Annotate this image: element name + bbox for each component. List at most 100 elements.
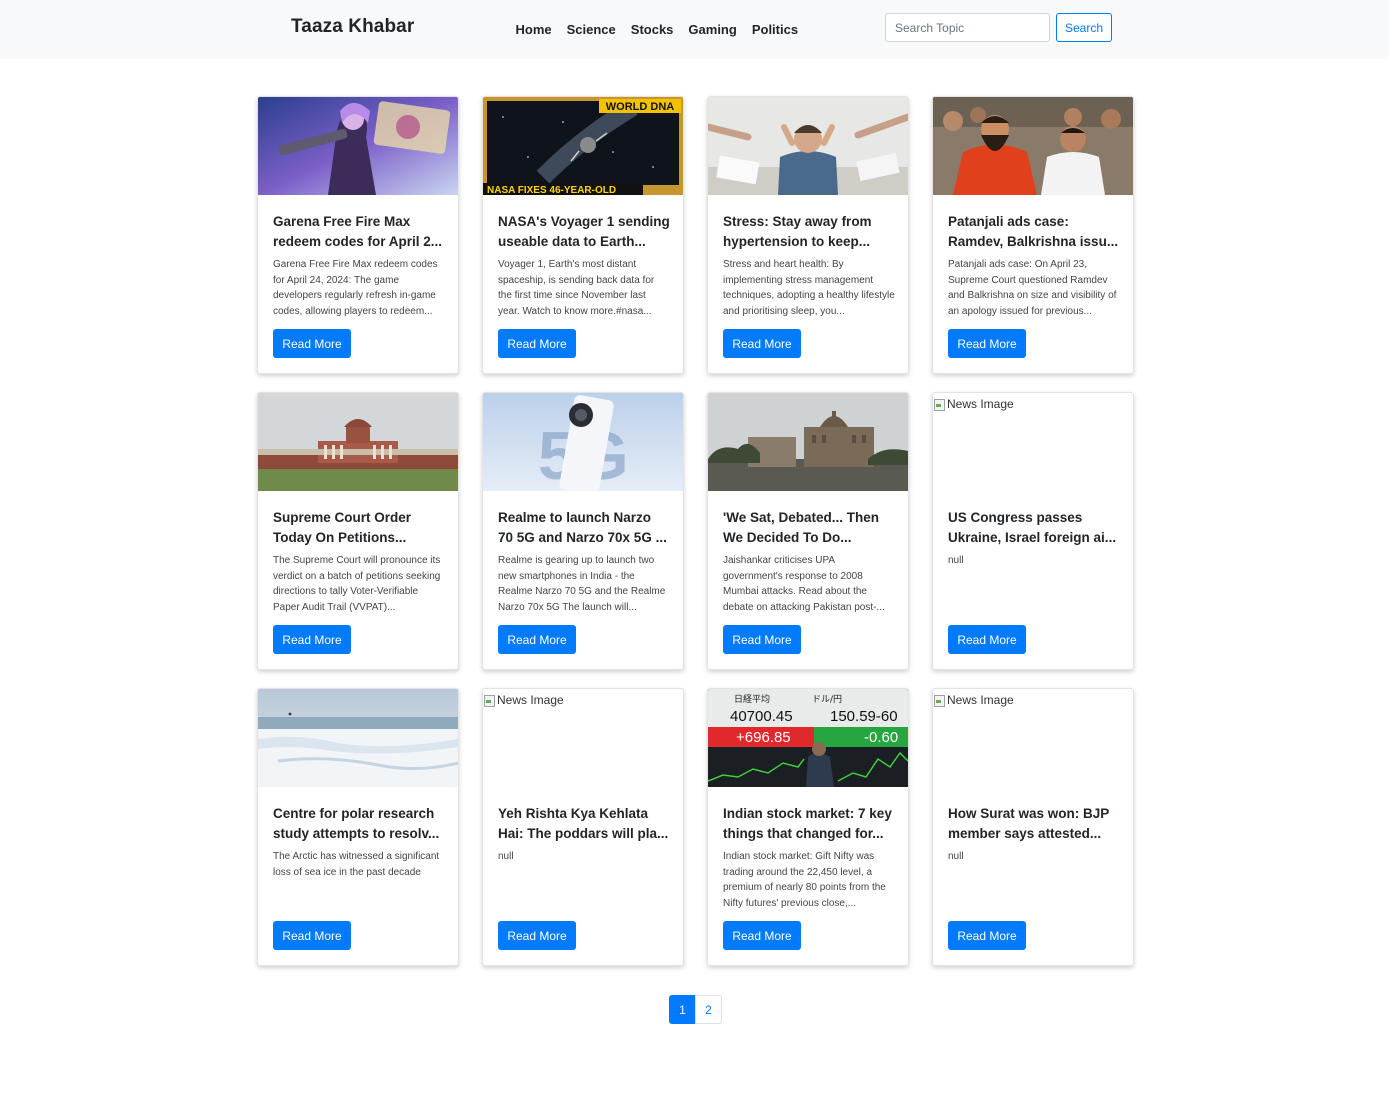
news-card: News Image Yeh Rishta Kya Kehlata Hai: T… bbox=[482, 688, 684, 966]
broken-image-icon bbox=[933, 398, 945, 411]
news-image bbox=[708, 393, 908, 491]
card-body: How Surat was won: BJP member says attes… bbox=[948, 804, 1120, 912]
news-card: 5G Realme to launch Narzo 70 5G and Narz… bbox=[482, 392, 684, 670]
brand-logo[interactable]: Taaza Khabar bbox=[291, 16, 414, 38]
nav-link-stocks[interactable]: Stocks bbox=[623, 22, 681, 37]
card-body: 'We Sat, Debated... Then We Decided To D… bbox=[723, 508, 895, 616]
image-alt-text: News Image bbox=[497, 693, 564, 707]
image-label-text: +696.85 bbox=[736, 729, 791, 746]
nav-link-science[interactable]: Science bbox=[559, 22, 623, 37]
card-description: Garena Free Fire Max redeem codes for Ap… bbox=[273, 259, 438, 318]
card-description: Realme is gearing up to launch two new s… bbox=[498, 555, 666, 614]
search-button[interactable]: Search bbox=[1056, 13, 1112, 42]
card-body: Supreme Court Order Today On Petitions..… bbox=[273, 508, 445, 616]
news-image bbox=[258, 393, 458, 491]
image-label-text: ドル/円 bbox=[812, 694, 842, 705]
card-description: null bbox=[948, 555, 964, 566]
card-body: Yeh Rishta Kya Kehlata Hai: The poddars … bbox=[498, 804, 670, 912]
read-more-button[interactable]: Read More bbox=[498, 921, 576, 950]
card-title[interactable]: How Surat was won: BJP member says attes… bbox=[948, 804, 1120, 844]
card-body: Patanjali ads case: Ramdev, Balkrishna i… bbox=[948, 212, 1120, 320]
news-image bbox=[933, 97, 1133, 195]
card-description: Stress and heart health: By implementing… bbox=[723, 259, 895, 318]
card-title[interactable]: Supreme Court Order Today On Petitions..… bbox=[273, 508, 445, 548]
image-label-text: 日経平均 bbox=[734, 693, 770, 705]
news-image: WORLD DNA NASA FIXES 46-YEAR-OLD bbox=[483, 97, 683, 195]
news-image-broken: News Image bbox=[483, 689, 683, 787]
card-body: Stress: Stay away from hypertension to k… bbox=[723, 212, 895, 320]
broken-image-icon bbox=[933, 694, 945, 707]
read-more-button[interactable]: Read More bbox=[273, 625, 351, 654]
news-image bbox=[708, 97, 908, 195]
card-body: Realme to launch Narzo 70 5G and Narzo 7… bbox=[498, 508, 670, 616]
news-card: WORLD DNA NASA FIXES 46-YEAR-OLD NASA's … bbox=[482, 96, 684, 374]
card-body: NASA's Voyager 1 sending useable data to… bbox=[498, 212, 670, 320]
nav-links: Home Science Stocks Gaming Politics bbox=[508, 0, 806, 59]
read-more-button[interactable]: Read More bbox=[723, 625, 801, 654]
card-body: Indian stock market: 7 key things that c… bbox=[723, 804, 895, 912]
page-button-1[interactable]: 1 bbox=[669, 995, 696, 1024]
news-card: News Image US Congress passes Ukraine, I… bbox=[932, 392, 1134, 670]
nav-link-home[interactable]: Home bbox=[508, 22, 559, 37]
news-card: News Image How Surat was won: BJP member… bbox=[932, 688, 1134, 966]
nav-link-politics[interactable]: Politics bbox=[744, 22, 805, 37]
image-label-text: 40700.45 bbox=[730, 708, 793, 725]
news-card: Patanjali ads case: Ramdev, Balkrishna i… bbox=[932, 96, 1134, 374]
news-card: 'We Sat, Debated... Then We Decided To D… bbox=[707, 392, 909, 670]
card-title[interactable]: NASA's Voyager 1 sending useable data to… bbox=[498, 212, 670, 252]
broken-image-icon bbox=[483, 694, 495, 707]
card-title[interactable]: Indian stock market: 7 key things that c… bbox=[723, 804, 895, 844]
news-image: 5G bbox=[483, 393, 683, 491]
card-title[interactable]: Realme to launch Narzo 70 5G and Narzo 7… bbox=[498, 508, 670, 548]
news-card: Centre for polar research study attempts… bbox=[257, 688, 459, 966]
card-title[interactable]: Stress: Stay away from hypertension to k… bbox=[723, 212, 895, 252]
read-more-button[interactable]: Read More bbox=[723, 921, 801, 950]
news-card: Garena Free Fire Max redeem codes for Ap… bbox=[257, 96, 459, 374]
card-description: The Arctic has witnessed a significant l… bbox=[273, 851, 440, 878]
news-card: Stress: Stay away from hypertension to k… bbox=[707, 96, 909, 374]
search-input[interactable] bbox=[885, 13, 1050, 42]
top-navbar: Taaza Khabar Home Science Stocks Gaming … bbox=[0, 0, 1389, 59]
card-description: null bbox=[498, 851, 514, 862]
card-title[interactable]: Garena Free Fire Max redeem codes for Ap… bbox=[273, 212, 445, 252]
read-more-button[interactable]: Read More bbox=[273, 329, 351, 358]
card-body: US Congress passes Ukraine, Israel forei… bbox=[948, 508, 1120, 616]
card-body: Garena Free Fire Max redeem codes for Ap… bbox=[273, 212, 445, 320]
news-image-broken: News Image bbox=[933, 689, 1133, 787]
news-image: 日経平均 ドル/円 40700.45 150.59-60 +696.85 -0.… bbox=[708, 689, 908, 787]
news-card: Supreme Court Order Today On Petitions..… bbox=[257, 392, 459, 670]
card-title[interactable]: 'We Sat, Debated... Then We Decided To D… bbox=[723, 508, 895, 548]
image-banner-text: WORLD DNA bbox=[606, 101, 674, 113]
read-more-button[interactable]: Read More bbox=[948, 625, 1026, 654]
page-button-2[interactable]: 2 bbox=[695, 995, 722, 1024]
card-description: null bbox=[948, 851, 964, 862]
card-body: Centre for polar research study attempts… bbox=[273, 804, 445, 912]
image-alt-text: News Image bbox=[947, 397, 1014, 411]
card-description: Voyager 1, Earth's most distant spaceshi… bbox=[498, 259, 655, 318]
image-label-text: 150.59-60 bbox=[830, 708, 898, 725]
card-description: Indian stock market: Gift Nifty was trad… bbox=[723, 851, 886, 910]
read-more-button[interactable]: Read More bbox=[273, 921, 351, 950]
card-title[interactable]: US Congress passes Ukraine, Israel forei… bbox=[948, 508, 1120, 548]
card-title[interactable]: Centre for polar research study attempts… bbox=[273, 804, 445, 844]
card-title[interactable]: Patanjali ads case: Ramdev, Balkrishna i… bbox=[948, 212, 1120, 252]
card-description: The Supreme Court will pronounce its ver… bbox=[273, 555, 441, 614]
read-more-button[interactable]: Read More bbox=[723, 329, 801, 358]
read-more-button[interactable]: Read More bbox=[948, 921, 1026, 950]
nav-link-gaming[interactable]: Gaming bbox=[681, 22, 744, 37]
card-title[interactable]: Yeh Rishta Kya Kehlata Hai: The poddars … bbox=[498, 804, 670, 844]
news-image bbox=[258, 689, 458, 787]
read-more-button[interactable]: Read More bbox=[498, 329, 576, 358]
card-description: Jaishankar criticises UPA government's r… bbox=[723, 555, 885, 614]
read-more-button[interactable]: Read More bbox=[498, 625, 576, 654]
image-caption-text: NASA FIXES 46-YEAR-OLD bbox=[487, 185, 616, 195]
news-grid: Garena Free Fire Max redeem codes for Ap… bbox=[257, 96, 1134, 966]
news-image-broken: News Image bbox=[933, 393, 1133, 491]
news-image bbox=[258, 97, 458, 195]
pagination: 1 2 bbox=[669, 995, 722, 1024]
read-more-button[interactable]: Read More bbox=[948, 329, 1026, 358]
news-card: 日経平均 ドル/円 40700.45 150.59-60 +696.85 -0.… bbox=[707, 688, 909, 966]
image-label-text: -0.60 bbox=[864, 729, 898, 746]
image-alt-text: News Image bbox=[947, 693, 1014, 707]
card-description: Patanjali ads case: On April 23, Supreme… bbox=[948, 259, 1117, 318]
